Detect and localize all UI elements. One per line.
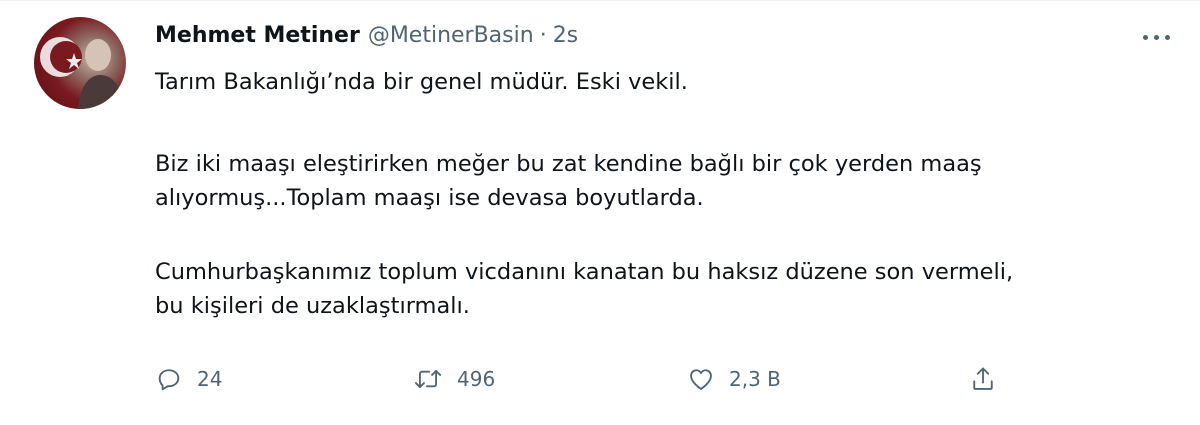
tweet-text-line: alıyormuş...Toplam maaşı ise devasa boyu… — [155, 185, 704, 211]
tweet-actions: 24 496 2,3 B — [155, 361, 1025, 397]
tweet-paragraph: Cumhurbaşkanımız toplum vicdanını kanata… — [155, 255, 1165, 323]
retweet-icon — [413, 365, 443, 393]
tweet-card[interactable]: Mehmet Metiner @MetinerBasin · 2s Tarım Bak… — [0, 0, 1200, 425]
share-icon — [969, 365, 997, 393]
author-name[interactable]: Mehmet Metiner — [155, 23, 360, 48]
retweet-count: 496 — [457, 367, 496, 391]
retweet-button[interactable]: 496 — [413, 361, 495, 397]
more-icon-dot — [1165, 34, 1170, 40]
reply-count: 24 — [197, 367, 223, 391]
avatar[interactable] — [34, 17, 126, 109]
tweet-text-line: Biz iki maaşı eleştirirken meğer bu zat … — [155, 151, 982, 177]
more-options-button[interactable] — [1143, 25, 1170, 49]
tweet-text-line: bu kişileri de uzaklaştırmalı. — [155, 293, 470, 319]
header-separator: · — [539, 23, 547, 48]
more-icon-dot — [1154, 34, 1159, 40]
author-handle[interactable]: @MetinerBasin — [368, 23, 534, 48]
share-button[interactable] — [969, 361, 997, 397]
like-count: 2,3 B — [729, 367, 781, 391]
tweet-timestamp[interactable]: 2s — [553, 23, 578, 48]
heart-icon — [687, 365, 715, 393]
more-icon-dot — [1143, 34, 1148, 40]
tweet-header: Mehmet Metiner @MetinerBasin · 2s — [155, 21, 578, 51]
avatar-image — [40, 37, 124, 109]
tweet-paragraph: Biz iki maaşı eleştirirken meğer bu zat … — [155, 147, 1165, 215]
tweet-text-line: Cumhurbaşkanımız toplum vicdanını kanata… — [155, 259, 1014, 285]
like-button[interactable]: 2,3 B — [687, 361, 781, 397]
reply-button[interactable]: 24 — [155, 361, 222, 397]
reply-icon — [155, 365, 183, 393]
tweet-text-line: Tarım Bakanlığı’nda bir genel müdür. Esk… — [155, 69, 688, 95]
